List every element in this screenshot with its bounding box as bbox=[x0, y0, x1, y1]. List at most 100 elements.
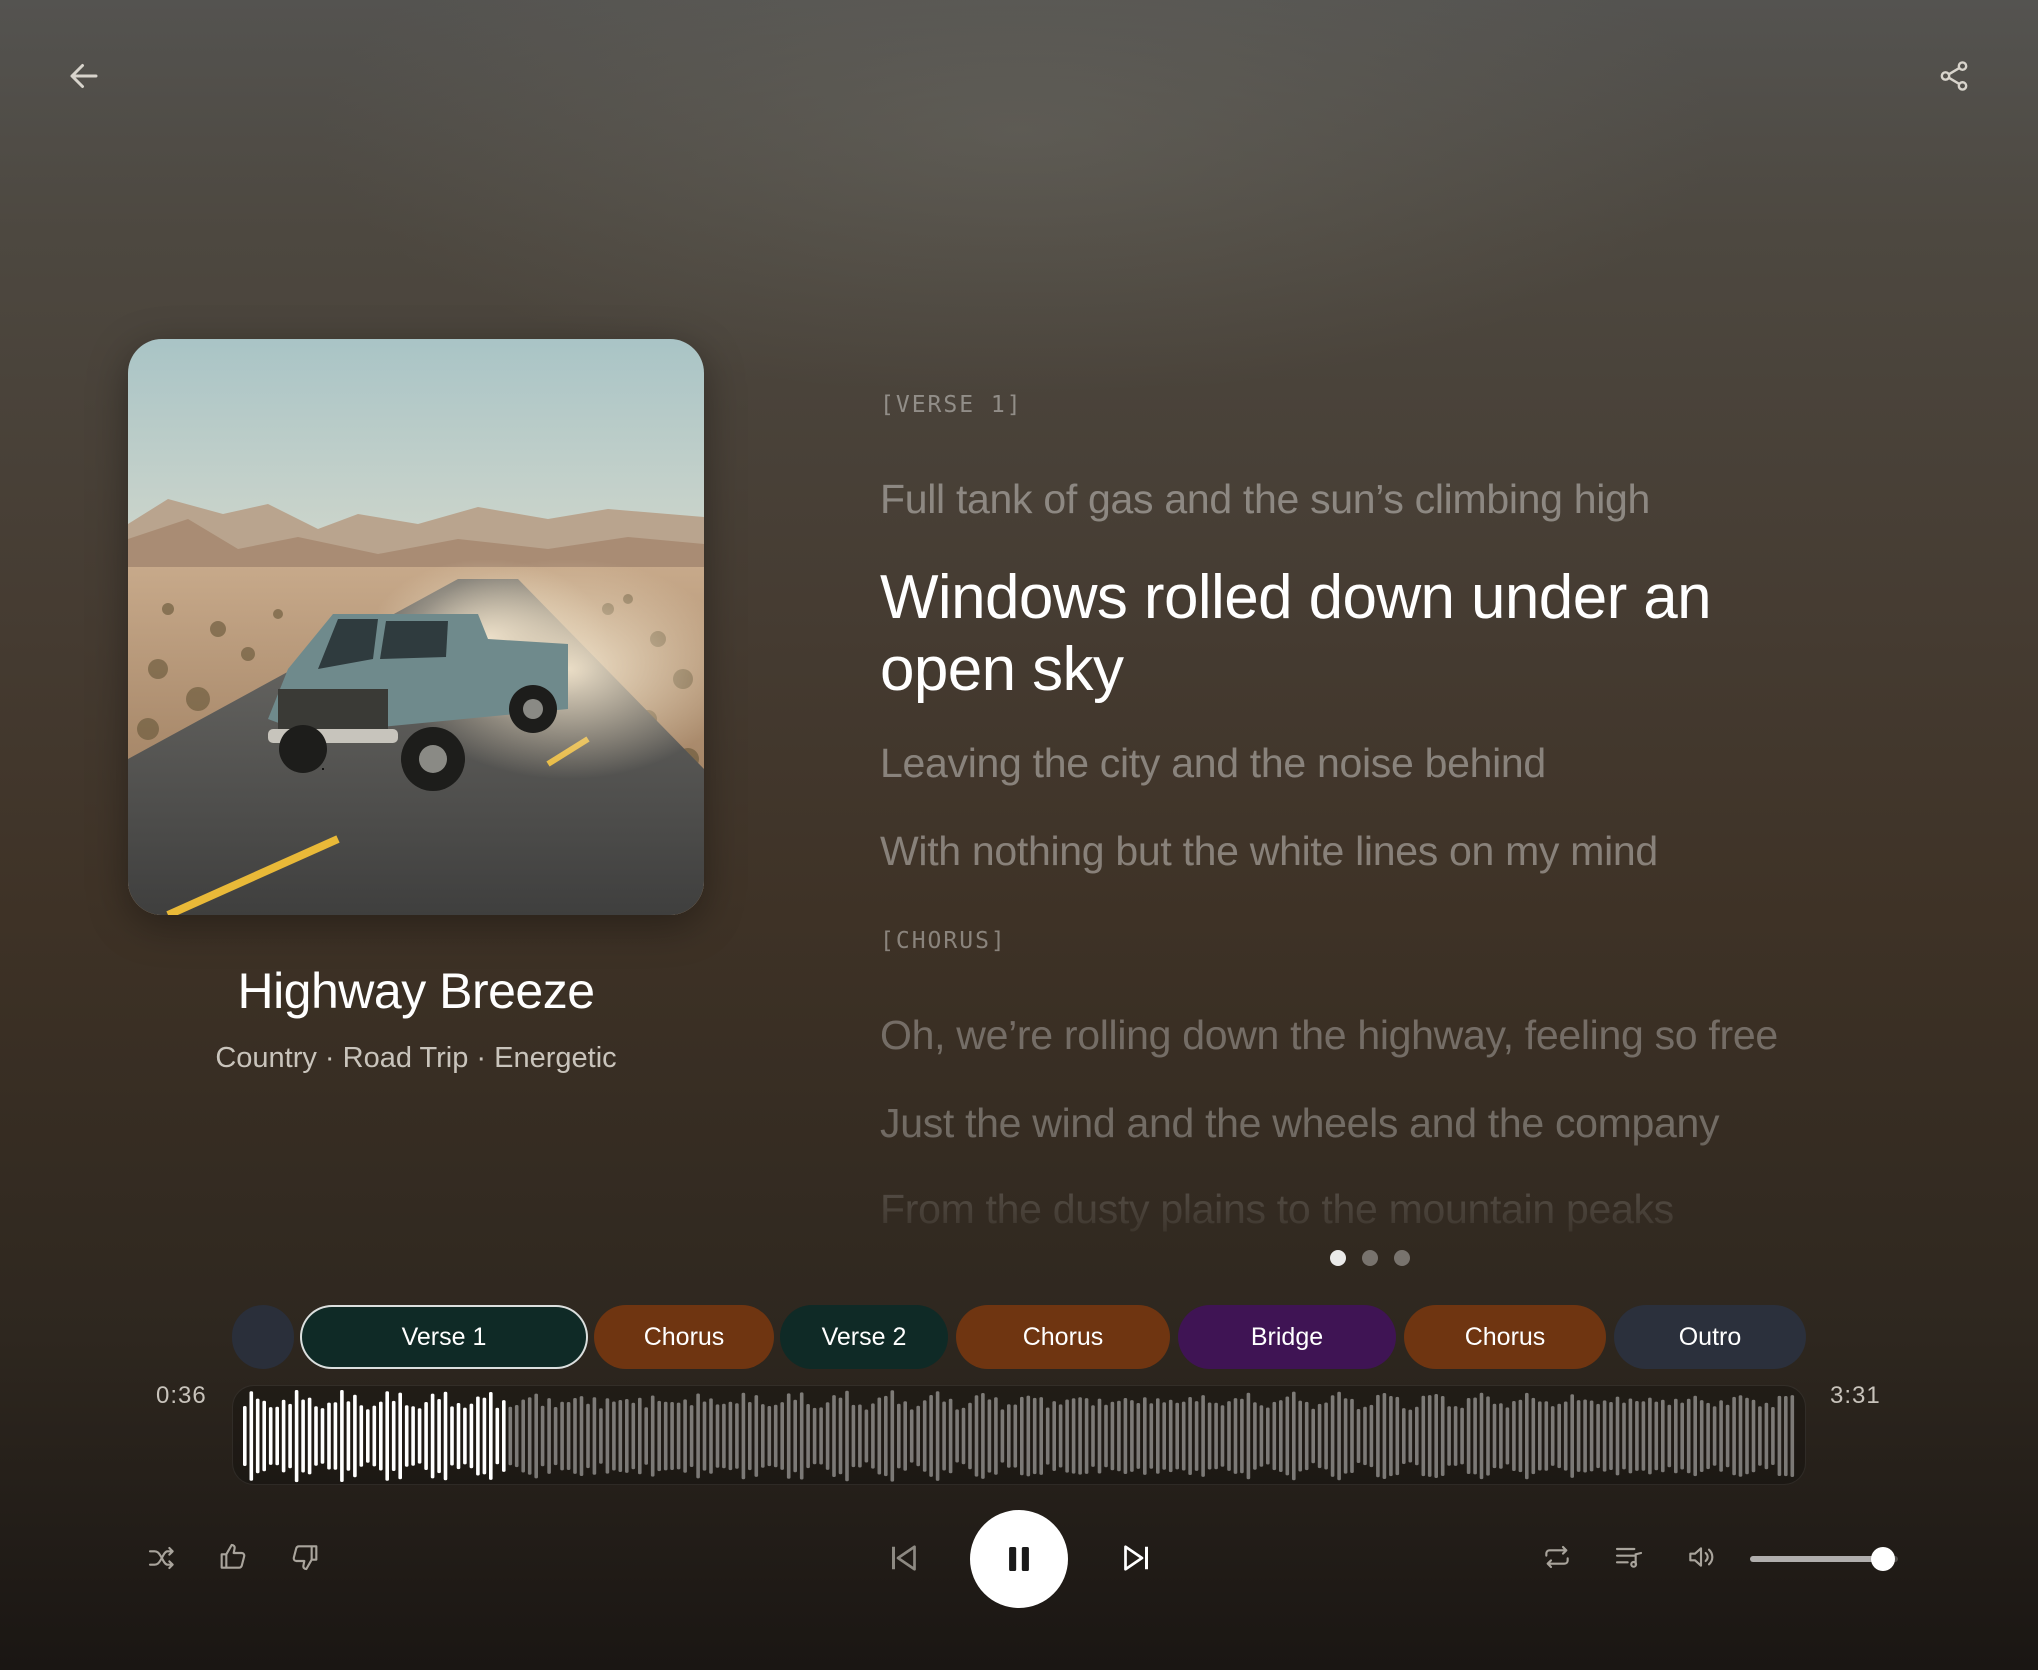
volume-button[interactable] bbox=[1678, 1534, 1724, 1580]
pager-dot[interactable] bbox=[1394, 1250, 1410, 1266]
waveform-bar bbox=[1110, 1401, 1115, 1471]
section-chip-outro[interactable]: Outro bbox=[1614, 1305, 1806, 1369]
lyric-line[interactable]: With nothing but the white lines on my m… bbox=[880, 828, 1800, 875]
waveform-bar bbox=[1175, 1402, 1179, 1470]
back-button[interactable] bbox=[60, 52, 108, 100]
section-chip-chorus[interactable]: Chorus bbox=[1404, 1305, 1606, 1369]
waveform-bar bbox=[1013, 1404, 1018, 1468]
lyric-line-active[interactable]: Windows rolled down under an open sky bbox=[880, 562, 1780, 706]
waveform-bar bbox=[1130, 1400, 1134, 1472]
waveform-bar bbox=[1181, 1401, 1186, 1471]
waveform-scrubber[interactable] bbox=[232, 1385, 1806, 1485]
waveform-bar bbox=[1596, 1403, 1600, 1469]
waveform-bar bbox=[1356, 1409, 1361, 1463]
waveform-bar bbox=[1421, 1395, 1426, 1477]
waveform-bar bbox=[1447, 1406, 1451, 1466]
waveform-bar bbox=[1538, 1401, 1542, 1471]
waveform-bar bbox=[1745, 1397, 1749, 1475]
queue-button[interactable] bbox=[1606, 1534, 1652, 1580]
section-chip-intro[interactable] bbox=[232, 1305, 294, 1369]
waveform-bar bbox=[411, 1406, 415, 1466]
lyric-line[interactable]: Oh, we’re rolling down the highway, feel… bbox=[880, 1012, 1800, 1059]
dislike-button[interactable] bbox=[282, 1534, 328, 1580]
waveform-bar bbox=[476, 1396, 480, 1476]
waveform-bar bbox=[663, 1401, 668, 1471]
lyric-line[interactable]: Leaving the city and the noise behind bbox=[880, 740, 1800, 787]
waveform-bar bbox=[1570, 1394, 1574, 1478]
waveform-bar bbox=[1311, 1408, 1315, 1464]
waveform-bar bbox=[935, 1391, 940, 1481]
waveform-bar bbox=[1162, 1402, 1166, 1470]
waveform-bar bbox=[1382, 1393, 1387, 1479]
song-title: Highway Breeze bbox=[237, 963, 595, 1019]
waveform-bar bbox=[502, 1400, 506, 1472]
waveform-bar bbox=[909, 1409, 914, 1463]
lyric-line[interactable]: From the dusty plains to the mountain pe… bbox=[880, 1186, 1800, 1232]
thumbs-up-icon bbox=[220, 1543, 246, 1569]
previous-button[interactable] bbox=[880, 1534, 928, 1582]
waveform-bar bbox=[916, 1405, 920, 1467]
section-chip-chorus[interactable]: Chorus bbox=[594, 1305, 774, 1369]
waveform-bar bbox=[1304, 1401, 1309, 1471]
waveform-bar bbox=[793, 1399, 797, 1473]
waveform-bar bbox=[1784, 1396, 1788, 1477]
section-chip-bridge[interactable]: Bridge bbox=[1178, 1305, 1396, 1369]
waveform-bar bbox=[1544, 1401, 1549, 1471]
waveform-bar bbox=[398, 1392, 402, 1480]
waveform-bar bbox=[728, 1401, 733, 1471]
waveform-bar bbox=[1518, 1399, 1523, 1473]
repeat-button[interactable] bbox=[1534, 1534, 1580, 1580]
like-button[interactable] bbox=[210, 1534, 256, 1580]
waveform-bar bbox=[1039, 1397, 1043, 1475]
waveform-bar bbox=[773, 1404, 778, 1468]
waveform-bar bbox=[1220, 1405, 1225, 1467]
waveform-bar bbox=[1279, 1400, 1283, 1472]
shuffle-button[interactable] bbox=[140, 1536, 184, 1580]
elapsed-time: 0:36 bbox=[156, 1382, 207, 1409]
waveform-bar bbox=[1149, 1403, 1154, 1469]
waveform-bar bbox=[255, 1398, 260, 1474]
waveform-bar bbox=[748, 1402, 752, 1471]
waveform-bar bbox=[346, 1401, 351, 1471]
waveform-bar bbox=[1473, 1397, 1477, 1475]
section-chip-chorus[interactable]: Chorus bbox=[956, 1305, 1170, 1369]
waveform-bar bbox=[786, 1393, 791, 1479]
waveform-bar bbox=[1350, 1398, 1354, 1473]
lyric-line[interactable]: Full tank of gas and the sun’s climbing … bbox=[880, 476, 1800, 523]
waveform-bar bbox=[1415, 1406, 1419, 1466]
waveform-bar bbox=[825, 1402, 830, 1470]
waveform-bar bbox=[1771, 1407, 1775, 1465]
waveform-bar bbox=[702, 1401, 707, 1471]
waveform-bar bbox=[741, 1392, 746, 1480]
section-chip-verse-1[interactable]: Verse 1 bbox=[300, 1305, 588, 1369]
waveform-bar bbox=[443, 1391, 448, 1481]
waveform-bar bbox=[489, 1392, 493, 1480]
lyric-line[interactable]: Just the wind and the wheels and the com… bbox=[880, 1100, 1800, 1147]
repeat-icon bbox=[1545, 1545, 1569, 1569]
play-pause-button[interactable] bbox=[970, 1510, 1068, 1608]
next-button[interactable] bbox=[1112, 1534, 1160, 1582]
waveform-bar bbox=[327, 1402, 331, 1470]
section-chip-verse-2[interactable]: Verse 2 bbox=[780, 1305, 948, 1369]
waveform-bar bbox=[1123, 1398, 1128, 1474]
waveform-bar bbox=[942, 1401, 946, 1471]
waveform-bar bbox=[838, 1397, 843, 1475]
waveform-bar bbox=[262, 1400, 266, 1472]
waveform-bar bbox=[1576, 1400, 1581, 1472]
pager-dot[interactable] bbox=[1362, 1250, 1378, 1266]
lyrics-panel[interactable]: [VERSE 1] Full tank of gas and the sun’s… bbox=[880, 380, 1840, 1232]
waveform-bar bbox=[1680, 1402, 1684, 1470]
waveform-bar bbox=[1622, 1402, 1626, 1470]
waveform-bar bbox=[450, 1406, 454, 1466]
waveform-bar bbox=[495, 1407, 500, 1465]
waveform-bar bbox=[366, 1409, 370, 1463]
waveform-bar bbox=[424, 1402, 428, 1470]
pager-dot[interactable] bbox=[1330, 1250, 1346, 1266]
volume-handle[interactable] bbox=[1871, 1547, 1896, 1571]
album-art bbox=[128, 339, 704, 915]
waveform-bar bbox=[1738, 1395, 1743, 1477]
waveform-bar bbox=[599, 1408, 603, 1464]
waveform-bar bbox=[1460, 1407, 1464, 1465]
share-button[interactable] bbox=[1930, 52, 1978, 100]
waveform-bar bbox=[288, 1403, 292, 1469]
